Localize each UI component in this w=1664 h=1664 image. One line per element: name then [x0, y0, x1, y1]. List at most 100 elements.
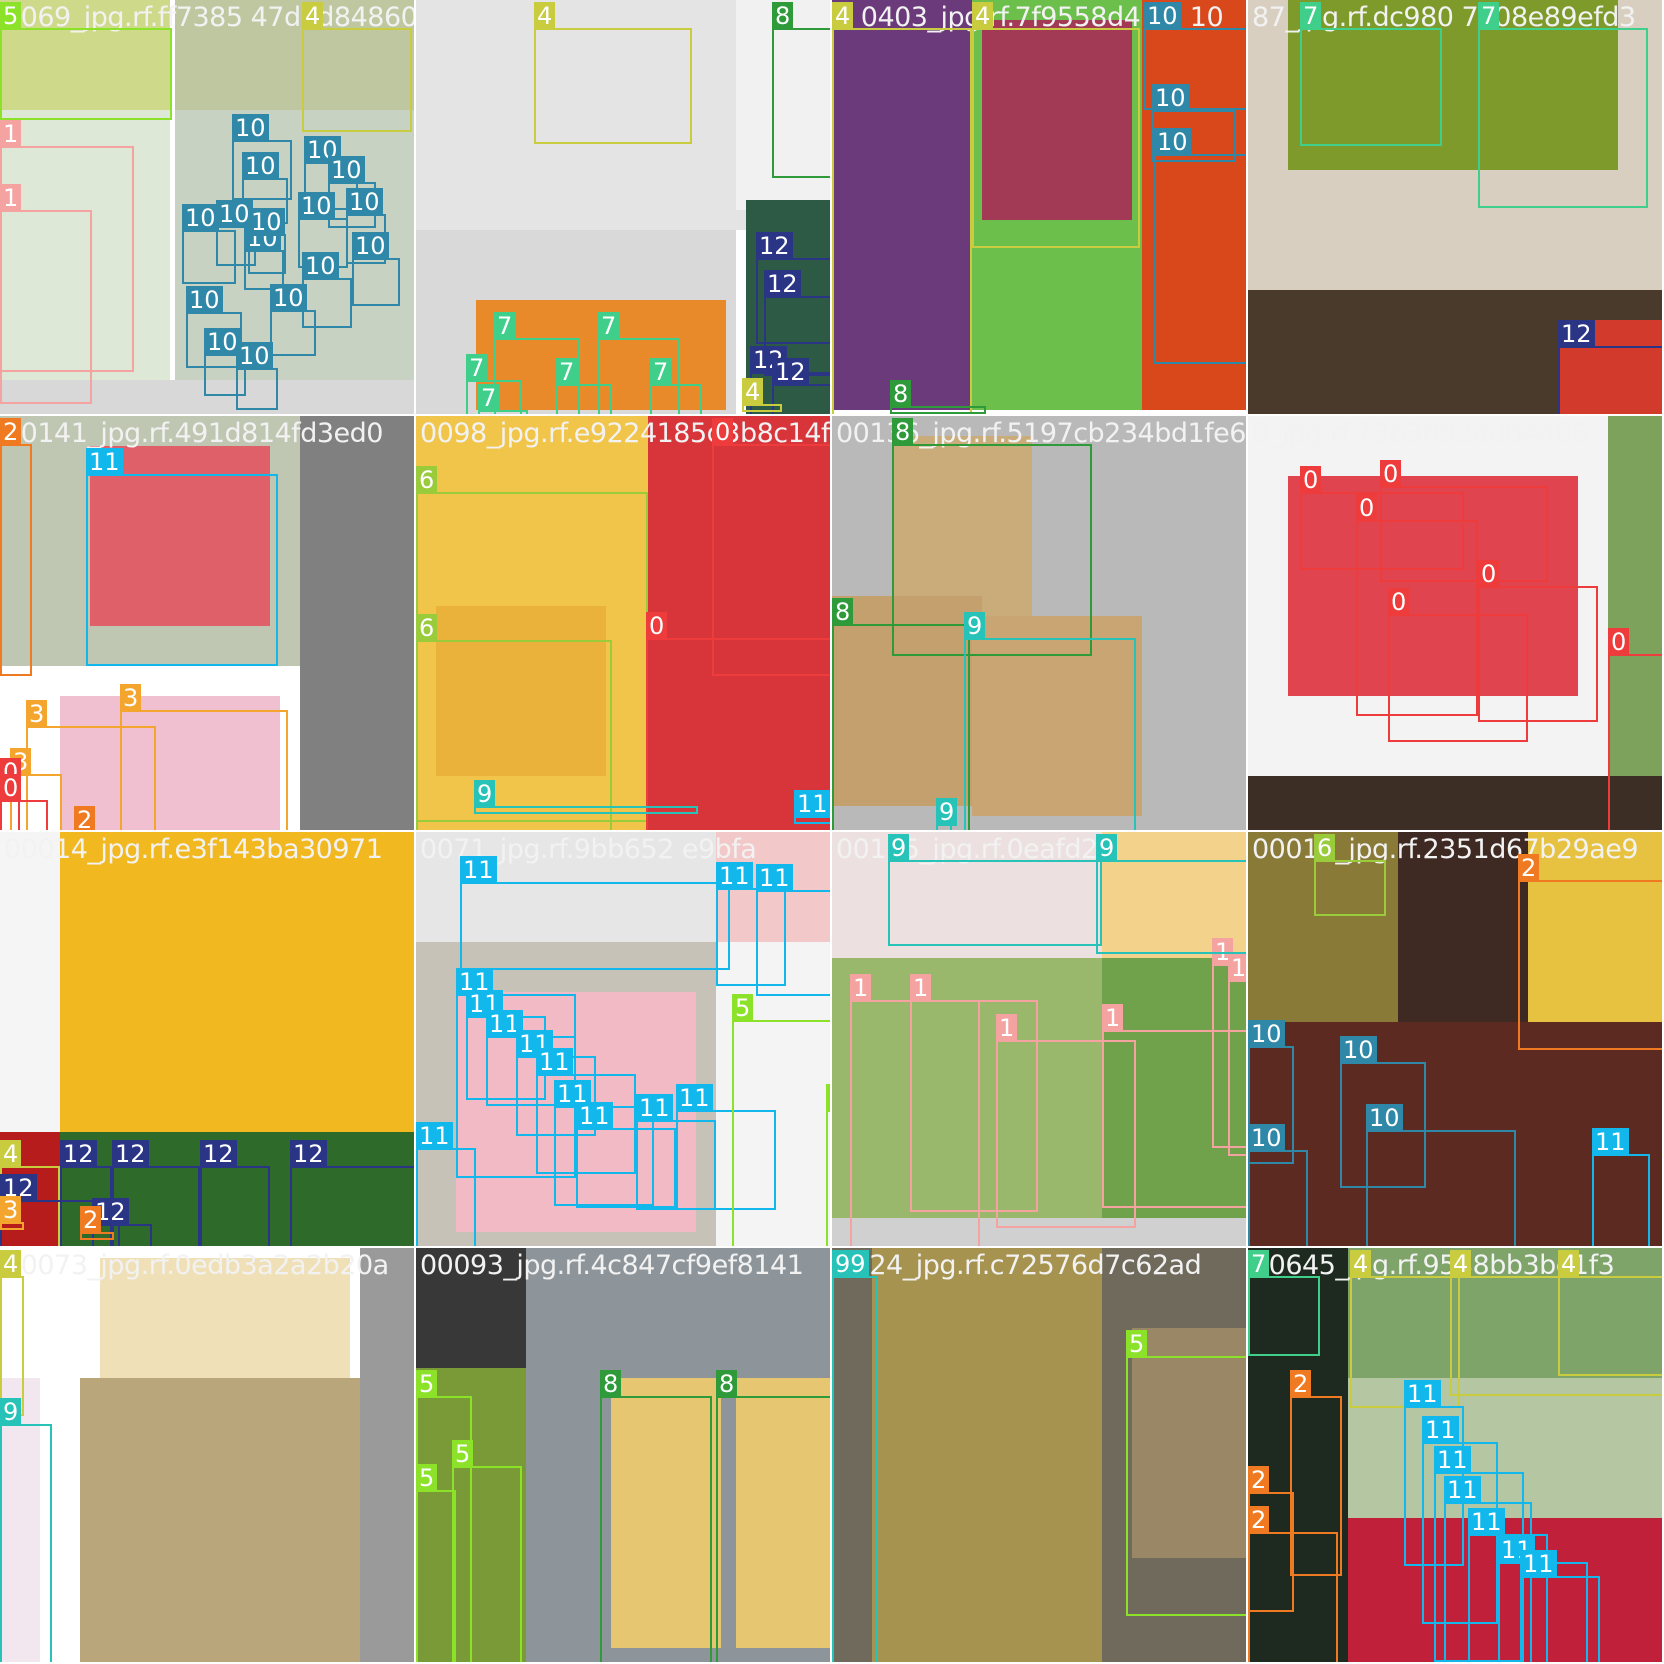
class-label: 0: [712, 418, 734, 446]
class-label: 11: [1592, 1128, 1629, 1156]
mosaic-grid: 0069_jpg.rf.ff7385 47d8d84860f963b6fc8d7…: [0, 0, 1664, 1664]
detection-box: 7: [1300, 2, 1442, 146]
class-label: 10: [352, 232, 389, 260]
class-label: 2: [0, 418, 22, 446]
class-label: 6: [416, 614, 438, 642]
class-label: 7: [466, 354, 488, 382]
detection-box: 0: [1388, 588, 1528, 742]
tile-filename: 0_jpg.rf.7363d92adb4406: [1252, 419, 1589, 449]
class-label: 9: [474, 780, 496, 808]
class-label: 11: [756, 864, 793, 892]
mosaic-tile: 00093_jpg.rf.4c847cf9ef8141 5 5 5 8 8: [416, 1248, 832, 1664]
detection-box: 0: [0, 774, 48, 830]
detection-box: 4: [1558, 1250, 1662, 1376]
detection-box: 3: [120, 684, 288, 830]
class-label: 0: [1388, 588, 1410, 616]
class-label: 10: [1340, 1036, 1377, 1064]
class-label: 11: [86, 448, 123, 476]
detection-box: 10: [1248, 1124, 1308, 1246]
class-label: 0: [1300, 466, 1322, 494]
tile-filename: 00141_jpg.rf.491d814fd3ed0: [4, 419, 383, 449]
mosaic-tile: 4 8 7 7 7 7 7 7 12 12 12 12 4: [416, 0, 832, 416]
class-label: 10: [298, 192, 335, 220]
class-label: 2: [1248, 1506, 1270, 1534]
class-label: 4: [972, 2, 994, 30]
class-label: 7: [650, 358, 672, 386]
class-label: 10: [1248, 1020, 1285, 1048]
class-label: 1: [1102, 1004, 1124, 1032]
class-label: 11: [1520, 1550, 1557, 1578]
detection-box: 5: [452, 1440, 522, 1662]
detection-box: 9: [0, 1398, 52, 1662]
class-label: 11: [1444, 1476, 1481, 1504]
class-label: 5: [452, 1440, 474, 1468]
tile-filename: 00073_jpg.rf.0edb3a2a2b20a: [4, 1251, 389, 1281]
class-label: 12: [200, 1140, 237, 1168]
class-label: 2: [80, 1206, 102, 1234]
class-label: 7: [1478, 2, 1500, 30]
detection-box: 12: [200, 1140, 270, 1246]
detection-box: 11: [86, 448, 278, 666]
class-label: 11: [1434, 1446, 1471, 1474]
class-label: 11: [416, 1122, 453, 1150]
detection-box: 6: [416, 614, 612, 830]
mosaic-tile: 0069_jpg.rf.ff7385 47d8d84860f963b6fc8d7…: [0, 0, 416, 416]
detection-box: 4: [742, 378, 782, 412]
class-label: 10: [236, 342, 273, 370]
class-label: 4: [1450, 1250, 1472, 1278]
class-label: 12: [60, 1140, 97, 1168]
class-label: 1: [0, 120, 22, 148]
class-label: 9: [1096, 834, 1118, 862]
class-label: 0: [1608, 628, 1630, 656]
detection-box: 7: [556, 358, 612, 414]
detection-box: 8: [890, 380, 986, 414]
class-label: 12: [756, 232, 793, 260]
class-label: 10: [182, 204, 219, 232]
detection-box: 9: [1096, 834, 1246, 954]
class-label: 7: [556, 358, 578, 386]
detection-box: 4: [302, 2, 412, 132]
class-label: 2: [1290, 1370, 1312, 1398]
detection-box: 10: [248, 208, 286, 274]
class-label: 2: [1518, 854, 1540, 882]
class-label: 10: [1366, 1104, 1403, 1132]
detection-box: 11: [416, 1122, 476, 1246]
tile-filename: 0024_jpg.rf.c72576d7c62ad: [836, 1251, 1202, 1281]
mosaic-tile: 0098_jpg.rf.e9224185d3b8c14ffa 6 6 0 0 9 11: [416, 416, 832, 832]
class-label: 11: [576, 1102, 613, 1130]
mosaic-tile: 0_jpg.rf.7363d92adb4406 0 0 0 0 0 0: [1248, 416, 1664, 832]
class-label: 1: [850, 974, 872, 1002]
fruit-photo-region: [60, 832, 414, 1132]
class-label: 8: [716, 1370, 738, 1398]
class-label: 5: [732, 994, 754, 1022]
mosaic-tile: 00125_jpg.rf.0eafd2 1 1 1 1 1 1 9 9: [832, 832, 1248, 1248]
class-label: 0: [0, 774, 22, 802]
class-label: 6: [416, 466, 438, 494]
detection-box: 9: [888, 834, 1102, 946]
class-label: 4: [0, 1140, 22, 1168]
class-label: 10: [328, 156, 365, 184]
class-label: 0: [1356, 494, 1378, 522]
class-label: 8: [892, 418, 914, 446]
detection-box: 12: [290, 1140, 414, 1246]
mosaic-tile: 0071_jpg.rf.9bb652 e9bfa 11 11 11 11 11 11 11 11…: [416, 832, 832, 1248]
class-label: 9: [964, 612, 986, 640]
mosaic-tile: 0024_jpg.rf.c72576d7c62ad 99 5: [832, 1248, 1248, 1664]
fruit-photo-region: [1248, 776, 1662, 830]
detection-box: 5: [732, 994, 830, 1246]
detection-box: 10: [1366, 1104, 1516, 1246]
class-label: 8: [832, 598, 854, 626]
class-label: 10: [242, 152, 279, 180]
class-label: 4: [1558, 1250, 1580, 1278]
class-label: 8: [600, 1370, 622, 1398]
detection-box: 11: [756, 864, 830, 996]
detection-box: 2: [1518, 854, 1662, 1050]
class-label: 12: [772, 358, 809, 386]
fruit-photo-region: [300, 416, 414, 830]
detection-box: 6: [1314, 834, 1386, 916]
detection-box: 11: [1520, 1550, 1600, 1662]
class-label: 11: [536, 1048, 573, 1076]
mosaic-tile: 87_jpg.rf.dc980 7a08e89efd3 7 7 12: [1248, 0, 1664, 416]
class-label: 10: [1144, 2, 1181, 30]
detection-box: 2: [1248, 1506, 1338, 1662]
